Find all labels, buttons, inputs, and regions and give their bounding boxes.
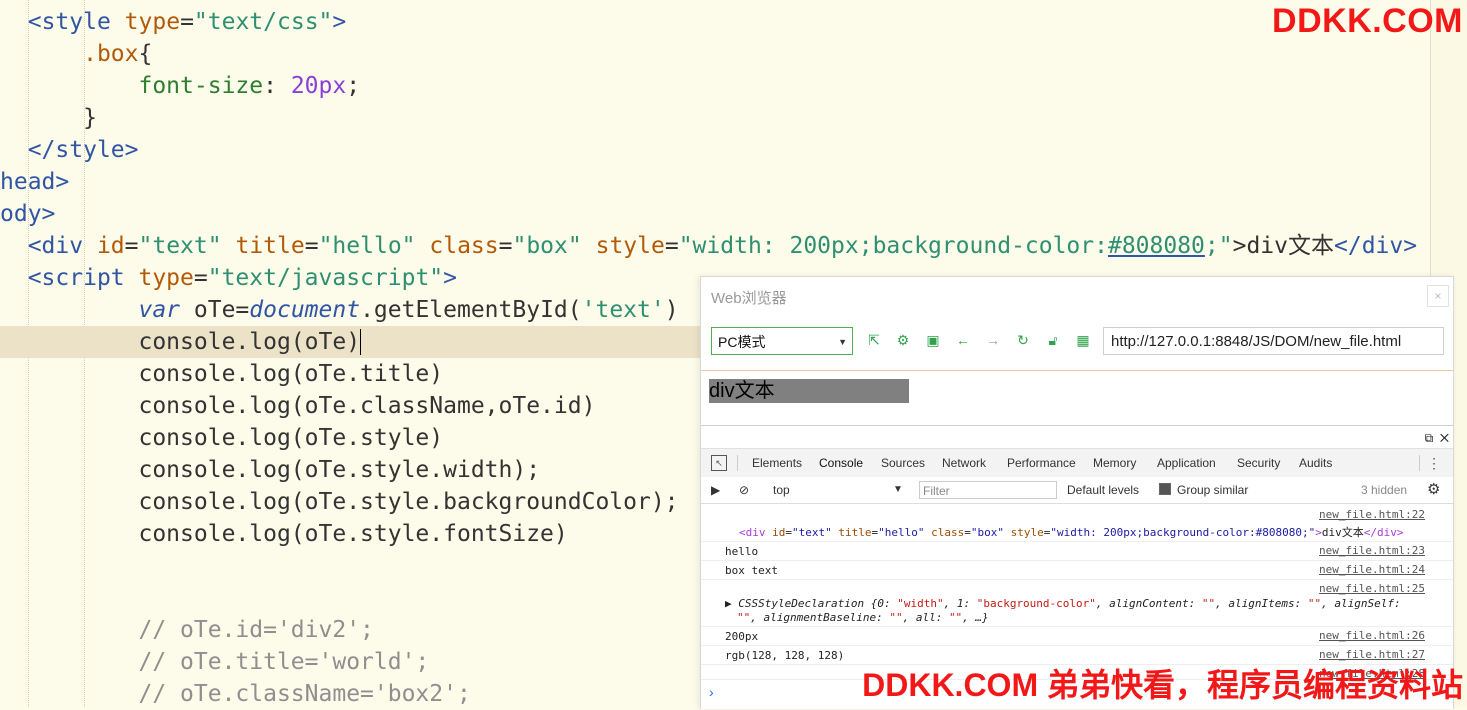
lock-icon[interactable]: 🔓︎ <box>1045 332 1061 348</box>
tab-memory[interactable]: Memory <box>1093 449 1136 477</box>
code-line-4: } <box>83 105 97 131</box>
log-source-link[interactable]: new_file.html:22 <box>1319 508 1425 521</box>
tab-network[interactable]: Network <box>942 449 986 477</box>
terminal-icon[interactable]: ▣ <box>925 332 941 348</box>
code-line-17: console.log(oTe.style.fontSize) <box>138 521 568 547</box>
code-line-2: .box{ <box>83 41 153 67</box>
log-levels-select[interactable]: Default levels <box>1067 477 1139 503</box>
divider <box>737 455 738 471</box>
code-line-15: console.log(oTe.style.width); <box>138 457 541 483</box>
code-line-9: <script type="text/javascript"> <box>27 265 457 291</box>
web-browser-panel: Web浏览器 × PC模式 ▼ ⇱ ⚙ ▣ ← → ↻ 🔓︎ ▦ http://1… <box>700 276 1454 709</box>
code-line-12: console.log(oTe.title) <box>138 361 444 387</box>
more-options-icon[interactable]: ⋮ <box>1427 449 1441 477</box>
console-prompt-icon[interactable]: › <box>709 684 714 700</box>
tab-audits[interactable]: Audits <box>1299 449 1332 477</box>
object-preview: ▶ CSSStyleDeclaration {0: "width", 1: "b… <box>725 597 1401 610</box>
log-text: rgb(128, 128, 128) <box>725 649 845 662</box>
code-comment-1: // oTe.id='div2'; <box>138 617 374 643</box>
code-line-11-current: console.log(oTe) <box>0 326 700 358</box>
code-line-1: <style type="text/css"> <box>27 9 347 35</box>
open-external-icon[interactable]: ⇱ <box>866 332 882 348</box>
tab-security[interactable]: Security <box>1237 449 1280 477</box>
filter-input[interactable]: Filter <box>919 481 1057 499</box>
group-similar-checkbox[interactable]: Group similar <box>1159 477 1248 503</box>
code-line-14: console.log(oTe.style) <box>138 425 444 451</box>
devtools-close-icon[interactable]: ✕ <box>1440 431 1449 445</box>
log-entry: new_file.html:23 hello <box>701 542 1453 561</box>
code-comment-2: // oTe.title='world'; <box>138 649 430 675</box>
log-source-link[interactable]: new_file.html:24 <box>1319 563 1425 576</box>
page-viewport: div文本 <box>701 371 1453 425</box>
browser-toolbar: PC模式 ▼ ⇱ ⚙ ▣ ← → ↻ 🔓︎ ▦ http://127.0.0.1:… <box>701 323 1453 363</box>
caret-down-icon[interactable]: ▼ <box>893 477 903 503</box>
close-icon[interactable]: × <box>1427 285 1449 307</box>
object-preview-cont: "", alignmentBaseline: "", all: "", …} <box>737 611 989 624</box>
refresh-icon[interactable]: ↻ <box>1015 332 1031 348</box>
tab-sources[interactable]: Sources <box>881 449 925 477</box>
devtools-window-controls: ⧉ ✕ <box>1425 431 1449 446</box>
tab-performance[interactable]: Performance <box>1007 449 1076 477</box>
hidden-count: 3 hidden <box>1361 483 1408 497</box>
divider <box>1419 455 1420 471</box>
settings-icon[interactable]: ⚙ <box>895 332 911 348</box>
code-line-16: console.log(oTe.style.backgroundColor); <box>138 489 679 515</box>
code-line-8: <div id="text" title="hello" class="box"… <box>27 233 1418 259</box>
console-toolbar: ▶ ⊘ top ▼ Filter Default levels Group si… <box>701 477 1453 504</box>
code-line-10: var oTe=document.getElementById('text') <box>138 297 679 323</box>
code-comment-3: // oTe.className='box2'; <box>138 681 471 707</box>
devtools-tab-bar: ↖ Elements Console Sources Network Perfo… <box>701 448 1453 479</box>
log-text: hello <box>725 545 759 558</box>
rendered-div-box[interactable]: div文本 <box>709 379 909 403</box>
back-arrow-icon[interactable]: ← <box>955 332 971 348</box>
undock-icon[interactable]: ⧉ <box>1425 431 1434 445</box>
clear-console-icon[interactable]: ⊘ <box>739 477 749 503</box>
mode-select[interactable]: PC模式 ▼ <box>711 327 853 355</box>
tab-elements[interactable]: Elements <box>752 449 802 477</box>
url-field[interactable]: http://127.0.0.1:8848/JS/DOM/new_file.ht… <box>1103 327 1444 355</box>
code-line-6: head> <box>0 169 70 195</box>
code-line-5: </style> <box>27 137 139 163</box>
log-text: box text <box>725 564 778 577</box>
log-entry-object[interactable]: new_file.html:25 ▶ CSSStyleDeclaration {… <box>701 580 1453 627</box>
sidebar-toggle-icon[interactable]: ▶ <box>711 477 720 503</box>
browser-title: Web浏览器 <box>711 290 787 307</box>
log-source-link[interactable]: new_file.html:23 <box>1319 544 1425 557</box>
qr-code-icon[interactable]: ▦ <box>1075 332 1091 348</box>
element-node: <div id="text" title="hello" class="box"… <box>739 526 1404 539</box>
code-line-13: console.log(oTe.className,oTe.id) <box>138 393 596 419</box>
tab-application[interactable]: Application <box>1157 449 1216 477</box>
log-text: 200px <box>725 630 759 643</box>
log-entry: new_file.html:24 box text <box>701 561 1453 580</box>
console-settings-icon[interactable]: ⚙ <box>1427 477 1440 503</box>
log-source-link[interactable]: new_file.html:25 <box>1319 582 1425 595</box>
forward-arrow-icon[interactable]: → <box>985 332 1001 348</box>
watermark-top: DDKK.COM <box>1272 2 1463 40</box>
log-entry-element[interactable]: new_file.html:22 <div id="text" title="h… <box>701 506 1453 542</box>
log-entry: new_file.html:26 200px <box>701 627 1453 646</box>
context-select[interactable]: top <box>773 477 790 503</box>
expand-triangle-icon[interactable]: ▶ <box>725 597 732 610</box>
code-line-3: font-size: 20px; <box>138 73 361 99</box>
caret-down-icon: ▼ <box>838 337 847 347</box>
log-source-link[interactable]: new_file.html:26 <box>1319 629 1425 642</box>
code-line-7: ody> <box>0 201 56 227</box>
checkbox-icon <box>1159 483 1171 495</box>
tab-console[interactable]: Console <box>819 449 864 479</box>
inspect-element-icon[interactable]: ↖ <box>711 455 727 471</box>
watermark-bottom: DDKK.COM 弟弟快看，程序员编程资料站 <box>862 667 1463 703</box>
